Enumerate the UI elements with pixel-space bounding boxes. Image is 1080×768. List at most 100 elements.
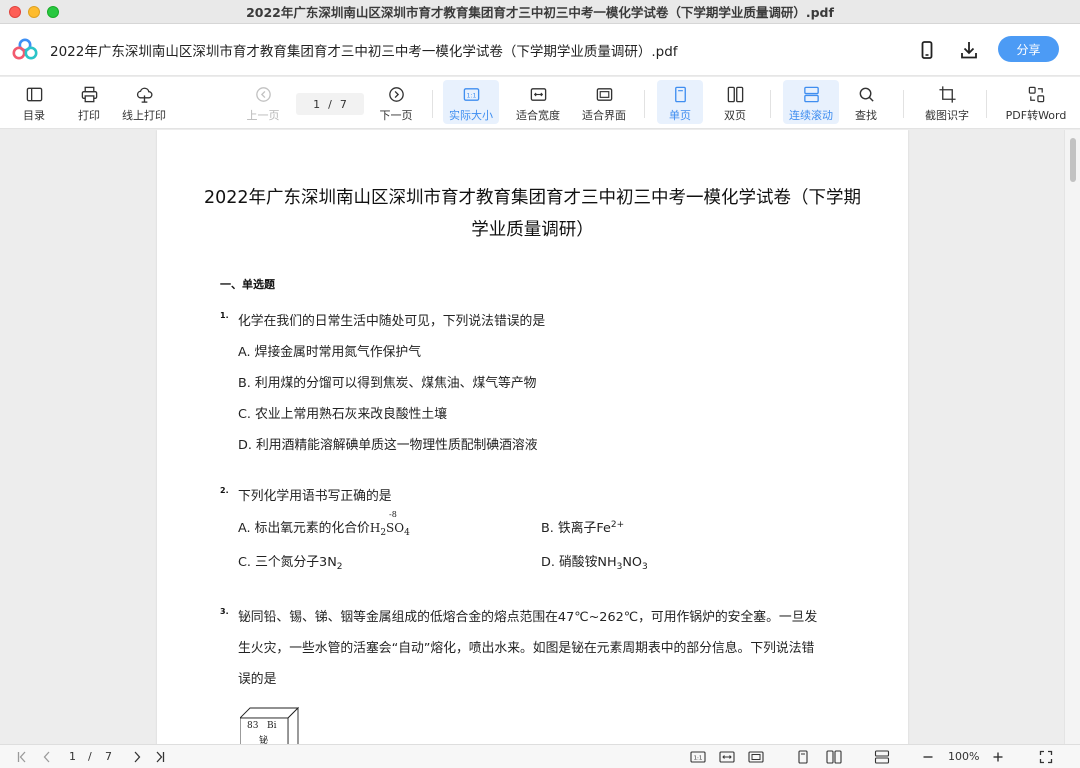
last-page-icon[interactable] [152, 750, 166, 764]
fit-page-label: 适合界面 [582, 109, 626, 122]
vertical-scrollbar[interactable] [1064, 130, 1080, 744]
print-button[interactable]: 打印 [69, 80, 109, 124]
continuous-scroll-button[interactable]: 连续滚动 [783, 80, 839, 124]
print-label: 打印 [78, 109, 100, 122]
actual-size-icon[interactable]: 1:1 [690, 750, 706, 764]
option-c: C. 三个氮分子3N2 [238, 551, 343, 572]
first-page-icon[interactable] [16, 750, 30, 764]
option-c: C. 农业上常用熟石灰来改良酸性土壤 [238, 407, 448, 422]
single-page-icon [674, 86, 686, 103]
toc-button[interactable]: 目录 [14, 80, 54, 124]
next-page-icon[interactable] [130, 750, 144, 764]
option-b-text: B. 铁离子 [541, 521, 597, 536]
toolbar-divider [986, 90, 987, 118]
maximize-window-button[interactable] [47, 6, 59, 18]
page-number-input[interactable]: 1 / 7 [296, 93, 364, 115]
next-page-button[interactable]: 下一页 [376, 80, 416, 124]
valence-mark: -8 [389, 510, 397, 519]
fit-page-button[interactable]: 适合界面 [578, 80, 630, 124]
actual-size-label: 实际大小 [449, 109, 493, 122]
window-titlebar: 2022年广东深圳南山区深圳市育才教育集团育才三中初三中考一模化学试卷（下学期学… [0, 0, 1080, 24]
fullscreen-icon[interactable] [1039, 750, 1053, 764]
fit-page-icon[interactable] [748, 750, 764, 764]
formula-so: -8 SO [386, 510, 404, 535]
download-icon[interactable] [958, 39, 980, 61]
search-icon [859, 87, 874, 102]
ocr-label: 截图识字 [925, 109, 969, 122]
scrollbar-thumb[interactable] [1070, 138, 1076, 182]
prev-page-icon[interactable] [40, 750, 54, 764]
fit-width-button[interactable]: 适合宽度 [512, 80, 564, 124]
double-page-button[interactable]: 双页 [714, 80, 756, 124]
continuous-scroll-label: 连续滚动 [789, 109, 833, 122]
fit-width-icon[interactable] [719, 750, 735, 764]
zoom-level[interactable]: 100% [948, 750, 979, 763]
search-button[interactable]: 查找 [846, 80, 886, 124]
online-print-button[interactable]: 线上打印 [118, 80, 170, 124]
question-stem-line3: 误的是 [238, 672, 277, 687]
zoom-out-icon[interactable] [921, 750, 935, 764]
zoom-in-icon[interactable] [991, 750, 1005, 764]
formula-sub: 2 [336, 562, 343, 572]
option-b: B. 铁离子Fe2+ [541, 517, 624, 536]
toolbar-divider [770, 90, 771, 118]
question-number: 2. [220, 486, 229, 495]
fit-page-icon [596, 88, 612, 101]
online-print-label: 线上打印 [122, 109, 166, 122]
bottom-current-page[interactable]: 1 [69, 750, 76, 763]
option-b: B. 利用煤的分馏可以得到焦炭、煤焦油、煤气等产物 [238, 376, 537, 391]
cloud-print-icon [136, 87, 152, 103]
ion-charge: 2+ [610, 520, 625, 530]
continuous-scroll-icon[interactable] [874, 750, 890, 764]
total-pages: 7 [339, 97, 347, 111]
double-page-icon[interactable] [826, 750, 842, 764]
minimize-window-button[interactable] [28, 6, 40, 18]
close-window-button[interactable] [9, 6, 21, 18]
phone-icon[interactable] [916, 39, 938, 61]
prev-page-button[interactable]: 上一页 [243, 80, 283, 124]
toolbar-divider [644, 90, 645, 118]
toolbar-divider [432, 90, 433, 118]
share-button[interactable]: 分享 [998, 36, 1059, 62]
current-page: 1 [313, 97, 321, 111]
crop-icon [938, 86, 956, 103]
section-heading: 一、单选题 [220, 278, 275, 291]
element-name: 铋 [259, 736, 269, 744]
actual-size-button[interactable]: 1:1 实际大小 [443, 80, 499, 124]
question-number: 1. [220, 311, 229, 320]
document-title: 2022年广东深圳南山区深圳市育才教育集团育才三中初三中考一模化学试卷（下学期学… [50, 44, 678, 60]
option-a-text: A. 标出氧元素的化合价 [238, 521, 370, 536]
single-page-button[interactable]: 单页 [657, 80, 703, 124]
option-d: D. 硝酸铵NH3NO3 [541, 551, 648, 572]
formula-h: H [369, 521, 381, 535]
fit-width-icon [530, 88, 546, 101]
toc-icon [26, 87, 42, 102]
window-controls [9, 6, 59, 18]
formula-sub-4: 4 [404, 528, 410, 538]
exam-title: 2022年广东深圳南山区深圳市育才教育集团育才三中初三中考一模化学试卷（下学期学… [203, 188, 862, 240]
toolbar-divider [903, 90, 904, 118]
continuous-scroll-icon [803, 86, 819, 103]
window-title: 2022年广东深圳南山区深圳市育才教育集团育才三中初三中考一模化学试卷（下学期学… [246, 5, 834, 20]
pdf-to-word-button[interactable]: PDF转Word [1003, 80, 1069, 124]
bottom-total-pages: 7 [105, 750, 112, 763]
app-header: 2022年广东深圳南山区深圳市育才教育集团育才三中初三中考一模化学试卷（下学期学… [0, 24, 1080, 76]
double-page-icon [727, 86, 743, 103]
document-viewer[interactable]: 2022年广东深圳南山区深圳市育才教育集团育才三中初三中考一模化学试卷（下学期学… [0, 130, 1080, 744]
app-logo-icon [12, 38, 38, 60]
main-toolbar: 目录 打印 线上打印 上一页 1 / 7 下一页 1:1 实际大小 适合宽度 适… [0, 77, 1080, 129]
printer-icon [81, 86, 97, 103]
chevron-left-circle-icon [255, 87, 271, 102]
option-c-text: C. 三个氮分子3N [238, 555, 337, 570]
question-number: 3. [220, 607, 229, 616]
chevron-right-circle-icon [388, 87, 404, 102]
actual-size-icon: 1:1 [463, 88, 479, 101]
option-d: D. 利用酒精能溶解碘单质这一物理性质配制碘酒溶液 [238, 438, 538, 453]
bottom-page-separator: / [88, 750, 92, 763]
ocr-button[interactable]: 截图识字 [920, 80, 974, 124]
single-page-icon[interactable] [796, 750, 810, 764]
page-separator: / [328, 97, 332, 111]
prev-page-label: 上一页 [246, 109, 280, 122]
question-stem-line2: 生火灾，一些水管的活塞会“自动”熔化，喷出水来。如图是铋在元素周期表中的部分信息… [238, 641, 815, 656]
option-a: A. 标出氧元素的化合价H2 -8 SO4 [238, 510, 410, 538]
